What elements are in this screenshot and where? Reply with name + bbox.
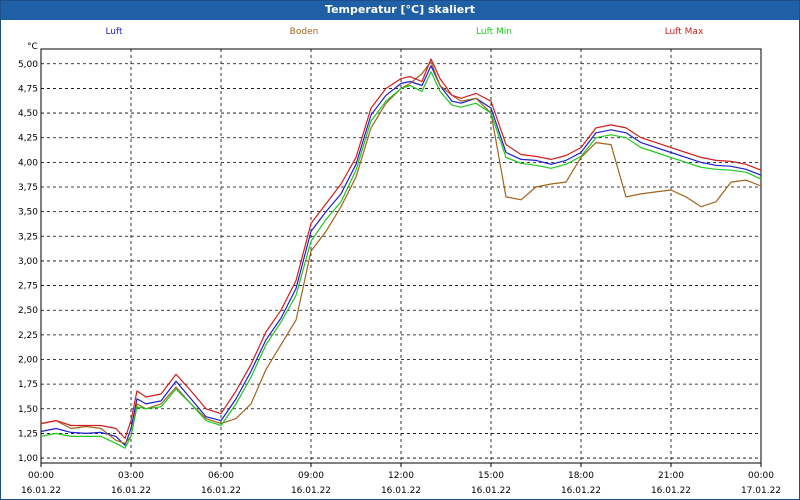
temperature-chart: Luft Boden Luft Min Luft Max °C 1,00 1,25 1,5… (18, 27, 781, 496)
x-tick-date: 16.01.22 (561, 486, 601, 496)
x-tick-date: 16.01.22 (651, 486, 691, 496)
y-tick-label: 2,00 (18, 356, 38, 366)
y-tick-label: 3,00 (18, 257, 38, 267)
legend-item-luft-min: Luft Min (476, 27, 512, 37)
x-tick-date: 16.01.22 (21, 486, 61, 496)
x-tick-time: 09:00 (298, 471, 324, 481)
y-tick-label: 2,75 (18, 282, 38, 292)
y-axis-unit: °C (27, 42, 38, 52)
y-tick-label: 3,25 (18, 232, 38, 242)
x-tick-time: 18:00 (568, 471, 594, 481)
x-tick-time: 06:00 (208, 471, 234, 481)
y-tick-label: 1,25 (18, 429, 38, 439)
x-tick-time: 15:00 (478, 471, 504, 481)
title-bar: Temperatur [°C] skaliert (1, 1, 799, 20)
x-tick-time: 12:00 (388, 471, 414, 481)
x-tick-date: 16.01.22 (381, 486, 421, 496)
y-tick-label: 4,75 (18, 84, 38, 94)
legend-item-luft-max: Luft Max (665, 27, 704, 37)
y-tick-label: 5,00 (18, 60, 38, 70)
chart-window: Temperatur [°C] skaliert Luft Boden Luft M… (0, 0, 800, 500)
x-tick-date: 16.01.22 (201, 486, 241, 496)
y-tick-labels: 1,00 1,25 1,50 1,75 2,00 2,25 2,50 2,75 3,00 3,25… (18, 60, 38, 464)
legend-item-boden: Boden (290, 27, 319, 37)
x-tick-labels: 00:00 16.01.22 03:00 16.01.22 06:00 16.01.22 0… (21, 471, 781, 496)
x-tick-time: 00:00 (748, 471, 774, 481)
x-tick-date: 16.01.22 (291, 486, 331, 496)
chart-title: Temperatur [°C] skaliert (325, 3, 475, 16)
y-tick-label: 4,00 (18, 158, 38, 168)
x-tick-date: 16.01.22 (471, 486, 511, 496)
y-tick-label: 2,25 (18, 331, 38, 341)
legend: Luft Boden Luft Min Luft Max (105, 27, 704, 37)
y-tick-label: 3,50 (18, 208, 38, 218)
legend-item-luft: Luft (105, 27, 123, 37)
x-tick-date: 16.01.22 (111, 486, 151, 496)
x-tick-date: 17.01.22 (741, 486, 781, 496)
x-tick-time: 03:00 (118, 471, 144, 481)
x-tick-time: 00:00 (28, 471, 54, 481)
y-tick-label: 1,50 (18, 405, 38, 415)
y-tick-label: 2,50 (18, 306, 38, 316)
y-tick-label: 1,00 (18, 454, 38, 464)
x-tick-time: 21:00 (658, 471, 684, 481)
y-tick-label: 4,50 (18, 109, 38, 119)
y-tick-label: 1,75 (18, 380, 38, 390)
y-tick-label: 3,75 (18, 183, 38, 193)
y-tick-label: 4,25 (18, 134, 38, 144)
